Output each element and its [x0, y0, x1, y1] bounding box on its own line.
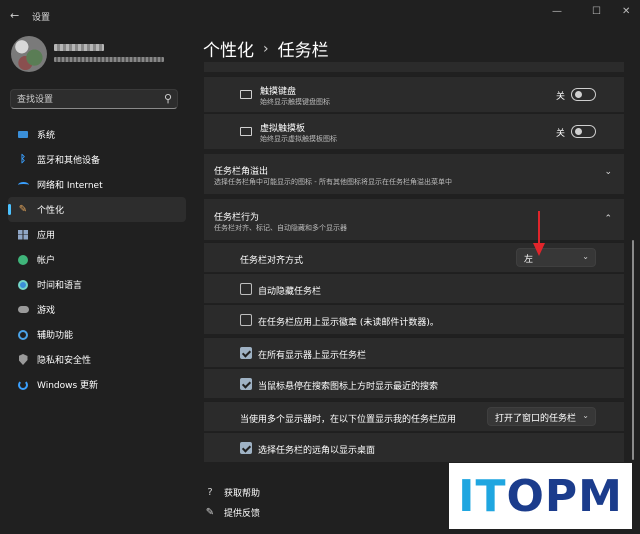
annotation-arrow-icon: [533, 211, 545, 256]
watermark-text-opm: OPM: [506, 470, 623, 522]
watermark-text-it: IT: [458, 470, 507, 522]
watermark-logo: IT OPM: [449, 463, 632, 529]
